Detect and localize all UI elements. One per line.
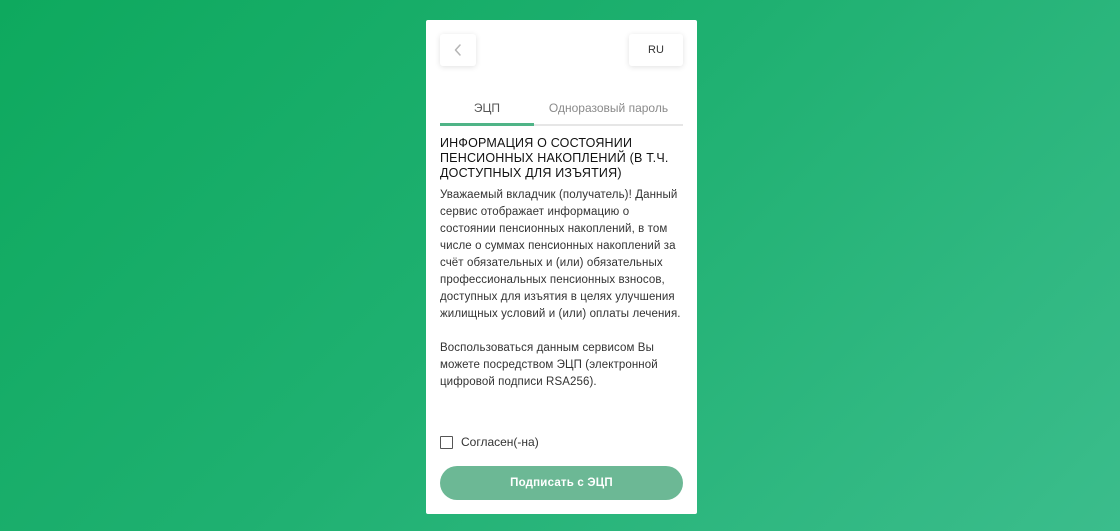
tab-one-time-password[interactable]: Одноразовый пароль xyxy=(534,92,683,124)
agreement-checkbox-row[interactable]: Согласен(-на) xyxy=(440,435,539,449)
info-paragraph-2: Воспользоваться данным сервисом Вы может… xyxy=(440,342,658,388)
sign-with-ecp-button[interactable]: Подписать с ЭЦП xyxy=(440,466,683,500)
info-paragraph-1: Уважаемый вкладчик (получатель)! Данный … xyxy=(440,189,681,320)
chevron-left-icon xyxy=(454,44,462,56)
info-content: ИНФОРМАЦИЯ О СОСТОЯНИИ ПЕНСИОННЫХ НАКОПЛ… xyxy=(440,136,684,391)
auth-tabs: ЭЦП Одноразовый пароль xyxy=(440,92,683,126)
agreement-label: Согласен(-на) xyxy=(461,435,539,449)
agreement-checkbox[interactable] xyxy=(440,435,453,449)
auth-card: RU ЭЦП Одноразовый пароль ИНФОРМАЦИЯ О С… xyxy=(426,20,697,514)
info-title: ИНФОРМАЦИЯ О СОСТОЯНИИ ПЕНСИОННЫХ НАКОПЛ… xyxy=(440,136,669,180)
tab-ecp[interactable]: ЭЦП xyxy=(440,92,534,126)
tab-ecp-label: ЭЦП xyxy=(473,101,501,115)
language-button[interactable]: RU xyxy=(629,34,683,66)
back-button[interactable] xyxy=(440,34,476,66)
tab-one-time-password-label: Одноразовый пароль xyxy=(548,101,669,115)
language-label: RU xyxy=(648,44,664,56)
